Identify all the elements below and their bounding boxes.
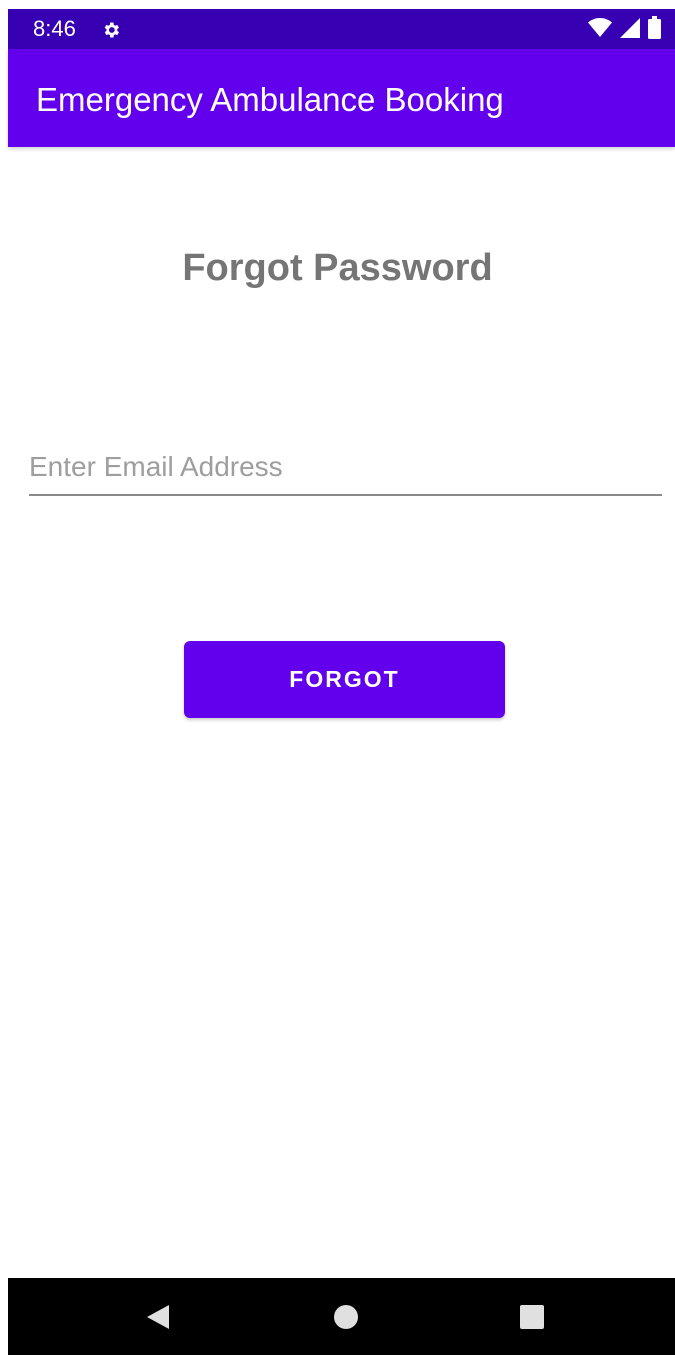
forgot-button[interactable]: FORGOT (184, 641, 505, 718)
cellular-signal-icon (620, 17, 640, 43)
battery-icon (648, 16, 661, 44)
navigation-bar (8, 1278, 675, 1355)
email-field-container (29, 440, 662, 500)
wifi-icon (588, 17, 612, 43)
app-bar: Emergency Ambulance Booking (8, 49, 675, 147)
status-time: 8:46 (33, 16, 76, 41)
app-title: Emergency Ambulance Booking (36, 81, 504, 118)
status-bar: 8:46 (8, 9, 675, 49)
page-title: Forgot Password (182, 247, 493, 289)
settings-gear-icon (101, 20, 121, 40)
back-icon[interactable] (137, 1296, 179, 1338)
status-indicators (588, 16, 661, 44)
recent-apps-icon[interactable] (511, 1296, 553, 1338)
email-input[interactable] (29, 440, 662, 496)
home-icon[interactable] (325, 1296, 367, 1338)
